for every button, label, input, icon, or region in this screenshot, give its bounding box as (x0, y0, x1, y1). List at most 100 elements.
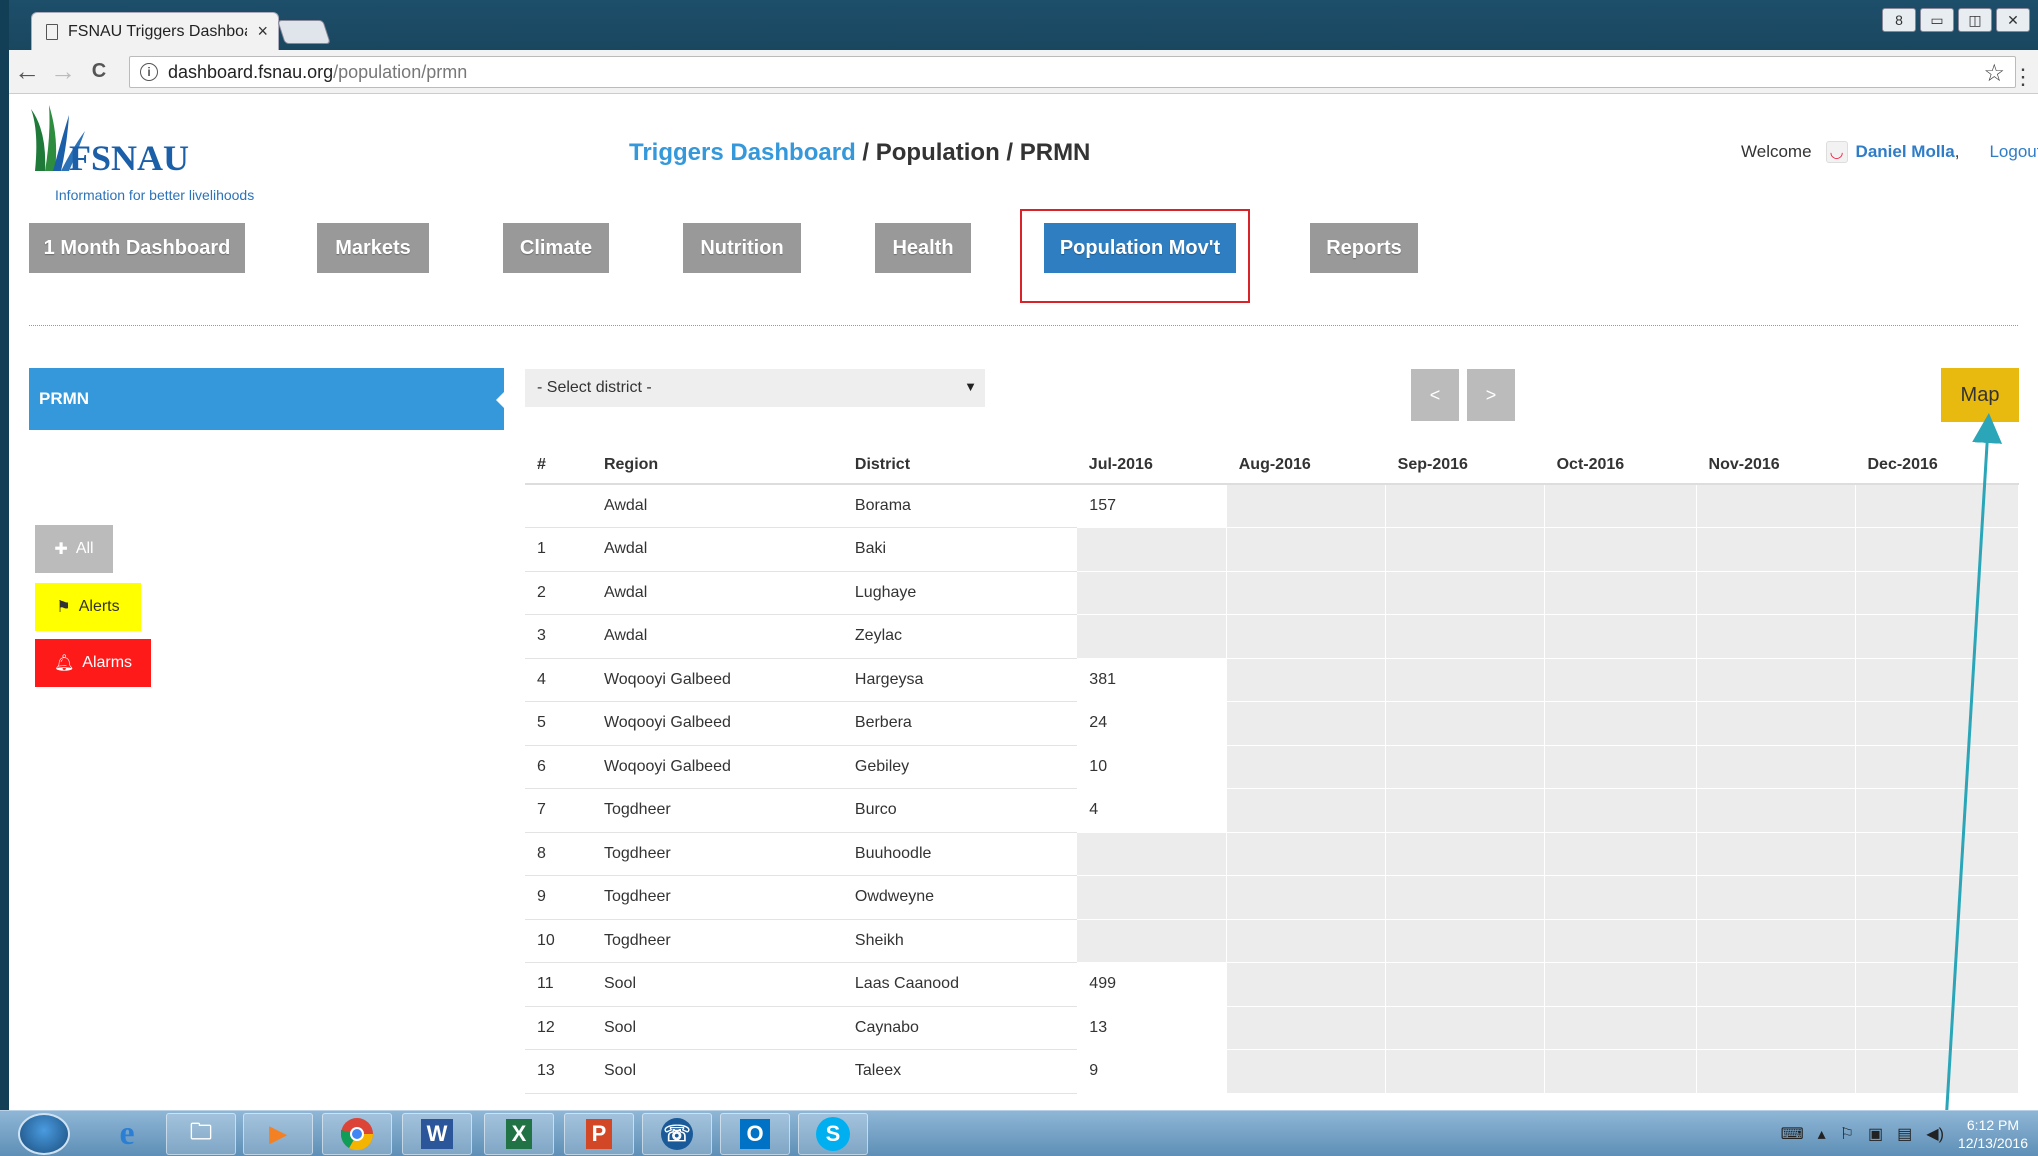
district-cell: Berbera (842, 701, 1077, 746)
sep-2016-cell (1385, 745, 1546, 789)
aug-2016-cell (1226, 1049, 1387, 1094)
row-number-cell: 9 (525, 875, 592, 920)
region-cell: Togdheer (591, 832, 843, 876)
minimize-button[interactable]: ▭ (1920, 8, 1954, 32)
sep-2016-cell (1385, 527, 1546, 572)
column-header: Nov-2016 (1696, 446, 1856, 485)
nov-2016-cell (1696, 745, 1856, 789)
column-header: District (842, 446, 1077, 485)
filter-all-label: All (75, 540, 94, 557)
close-window-button[interactable]: ✕ (1996, 8, 2030, 32)
system-tray: ⌨ ▴ ⚐ ▣ ▤ ◀) 6:12 PM 12/13/2016 (1781, 1111, 2038, 1156)
reload-icon[interactable]: C (81, 60, 117, 83)
dec-2016-cell (1854, 527, 2020, 572)
prmn-panel-title[interactable]: PRMN (29, 368, 504, 430)
bookmark-star-icon[interactable]: ☆ (1983, 59, 2005, 88)
logout-link[interactable]: Logout (1989, 142, 2038, 162)
dec-2016-cell (1854, 875, 2020, 920)
logo-tagline: Information for better livelihoods (55, 187, 255, 203)
tray-expand-icon[interactable]: ▴ (1818, 1124, 1826, 1144)
dec-2016-cell (1854, 832, 2020, 876)
start-button[interactable] (18, 1113, 70, 1155)
row-number-cell: 1 (525, 527, 592, 572)
dec-2016-cell (1854, 919, 2020, 963)
info-icon[interactable]: i (140, 63, 158, 81)
display-icon[interactable]: ▣ (1868, 1124, 1883, 1144)
outlook-icon[interactable]: O (720, 1113, 790, 1155)
volume-icon[interactable]: ◀) (1926, 1124, 1944, 1144)
tab-close-icon[interactable]: × (257, 21, 268, 42)
oct-2016-cell (1544, 745, 1698, 789)
nav-health[interactable]: Health (875, 223, 971, 273)
table-row: 4 Woqooyi Galbeed Hargeysa 381 (525, 658, 2020, 702)
jul-2016-cell: 4 (1076, 788, 1228, 833)
header-divider (29, 325, 2018, 326)
row-number-cell: 5 (525, 701, 592, 746)
filter-alerts-button[interactable]: ⚑ Alerts (35, 583, 141, 631)
powerpoint-icon[interactable]: P (564, 1113, 634, 1155)
back-icon[interactable]: ← (9, 56, 45, 87)
chrome-icon[interactable] (322, 1113, 392, 1155)
profile-button[interactable]: 8 (1882, 8, 1916, 32)
action-center-flag-icon[interactable]: ⚐ (1840, 1124, 1854, 1144)
keyboard-icon[interactable]: ⌨ (1781, 1124, 1804, 1144)
media-player-icon[interactable]: ▶ (243, 1113, 313, 1155)
aug-2016-cell (1226, 571, 1387, 615)
district-cell: Burco (842, 788, 1077, 833)
nav-reports[interactable]: Reports (1310, 223, 1418, 273)
skype-icon[interactable]: S (798, 1113, 868, 1155)
browser-tab[interactable]: FSNAU Triggers Dashboa × (31, 12, 279, 50)
dec-2016-cell (1854, 962, 2020, 1007)
clock[interactable]: 6:12 PM 12/13/2016 (1958, 1116, 2028, 1152)
windows-taskbar: e 🗀 ▶ W X P ☏ O S ⌨ ▴ ⚐ ▣ ▤ ◀) 6:12 PM 1… (0, 1110, 2038, 1156)
new-tab-button[interactable] (277, 20, 331, 44)
flag-icon: ⚑ (56, 599, 71, 616)
district-cell: Gebiley (842, 745, 1077, 789)
table-header-row: # Region District Jul-2016 Aug-2016 Sep-2016 O… (525, 446, 2019, 485)
address-bar[interactable]: i dashboard.fsnau.org /population/prmn ☆ (129, 56, 2016, 88)
row-number-cell: 4 (525, 658, 592, 702)
nav-1-month-dashboard[interactable]: 1 Month Dashboard (29, 223, 245, 273)
nav-markets[interactable]: Markets (317, 223, 429, 273)
sep-2016-cell (1385, 832, 1546, 876)
nov-2016-cell (1696, 919, 1856, 963)
fsnau-logo[interactable]: FSNAU Information for better livelihoods (29, 101, 269, 203)
ie-icon[interactable]: e (92, 1113, 162, 1155)
network-icon[interactable]: ▤ (1897, 1124, 1912, 1144)
column-header: Dec-2016 (1855, 446, 2019, 485)
browser-menu-icon[interactable]: ⋮ (2012, 64, 2034, 90)
username-link[interactable]: Daniel Molla (1856, 142, 1955, 162)
user-separator: , (1954, 142, 1960, 161)
breadcrumb-current: / Population / PRMN (855, 139, 1091, 166)
forward-icon[interactable]: → (45, 56, 81, 87)
region-cell: Sool (591, 1049, 843, 1094)
url-path: /population/prmn (333, 61, 468, 82)
district-cell: Hargeysa (842, 658, 1077, 702)
row-number-cell: 3 (525, 614, 592, 659)
region-cell: Togdheer (591, 919, 843, 963)
filter-all-button[interactable]: ✚ All (35, 525, 113, 573)
sep-2016-cell (1385, 962, 1546, 1007)
page-icon (46, 23, 58, 40)
nav-nutrition[interactable]: Nutrition (683, 223, 801, 273)
aug-2016-cell (1226, 832, 1387, 876)
browser-toolbar: ← → C i dashboard.fsnau.org /population/… (9, 50, 2038, 94)
nav-climate[interactable]: Climate (503, 223, 609, 273)
aug-2016-cell (1226, 919, 1387, 963)
oct-2016-cell (1544, 484, 1698, 528)
next-page-button[interactable]: > (1467, 369, 1515, 421)
row-number-cell: 11 (525, 962, 592, 1007)
jul-2016-cell: 499 (1076, 962, 1228, 1007)
file-explorer-icon[interactable]: 🗀 (166, 1113, 236, 1155)
phone-app-icon[interactable]: ☏ (642, 1113, 712, 1155)
prev-page-button[interactable]: < (1411, 369, 1459, 421)
excel-icon[interactable]: X (484, 1113, 554, 1155)
district-select[interactable]: - Select district - ▼ (525, 369, 985, 407)
breadcrumb-home-link[interactable]: Triggers Dashboard (629, 139, 856, 166)
oct-2016-cell (1544, 875, 1698, 920)
map-button[interactable]: Map (1941, 368, 2019, 422)
filter-alarms-button[interactable]: 🔔︎ Alarms (35, 639, 151, 687)
restore-button[interactable]: ◫ (1958, 8, 1992, 32)
word-icon[interactable]: W (402, 1113, 472, 1155)
nov-2016-cell (1696, 527, 1856, 572)
